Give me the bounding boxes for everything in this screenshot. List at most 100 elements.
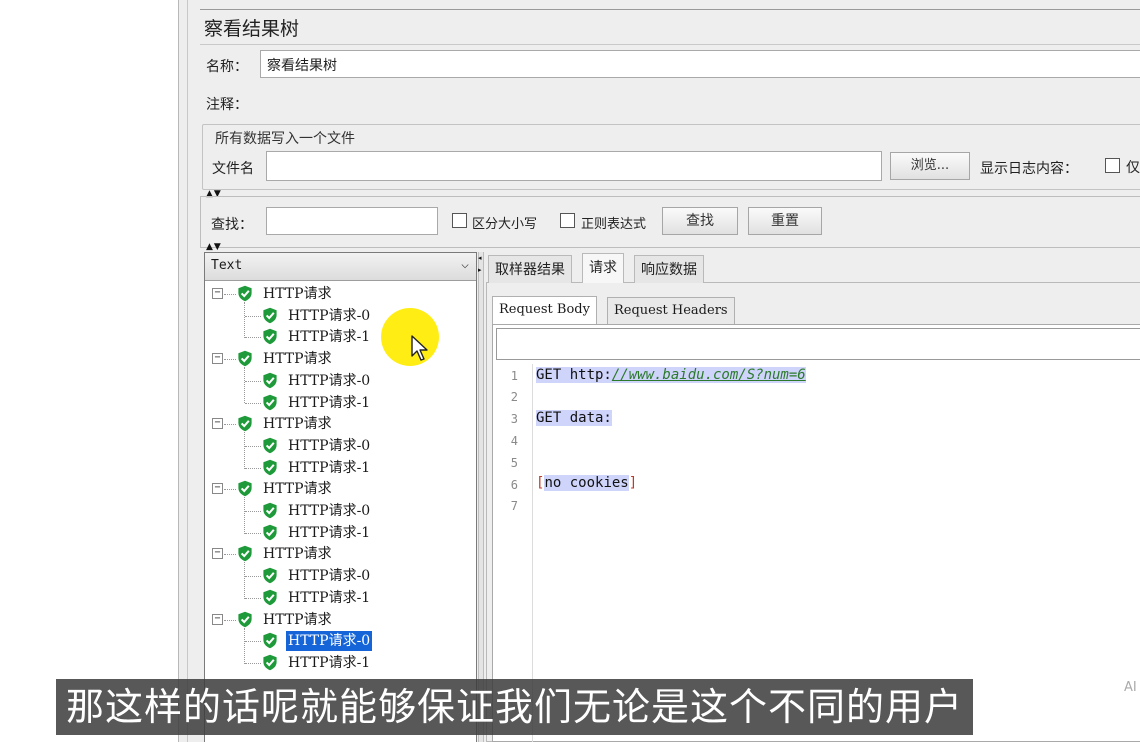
split-arrow-left-icon[interactable]: ◂: [478, 254, 483, 262]
tree-connector: [245, 402, 261, 404]
title-divider: [200, 44, 1140, 45]
tree-connector: [245, 597, 261, 599]
tree-node-parent[interactable]: HTTP请求: [261, 544, 334, 564]
tree-connector: [224, 619, 236, 621]
video-subtitle: 那这样的话呢就能够保证我们无论是这个不同的用户: [56, 679, 974, 735]
tab-response-data[interactable]: 响应数据: [634, 255, 704, 283]
success-shield-icon: [262, 372, 278, 389]
collapse-minus-icon[interactable]: −: [212, 548, 223, 560]
tree-node-label: HTTP请求: [263, 611, 332, 628]
tree-connector: [245, 467, 261, 469]
collapse-minus-icon[interactable]: −: [212, 483, 223, 495]
page-title: 察看结果树: [204, 18, 300, 40]
tree-connector: [245, 532, 261, 534]
tree-node-label: HTTP请求: [263, 481, 332, 498]
tree-connector: [224, 424, 236, 426]
tree-node-child[interactable]: HTTP请求-1: [286, 393, 372, 413]
renderer-select[interactable]: Text ⌵: [205, 253, 476, 281]
tree-node-label: HTTP请求: [263, 416, 332, 433]
comment-input[interactable]: [254, 86, 1140, 116]
success-shield-icon: [262, 307, 278, 324]
split-arrow-right-icon[interactable]: ▸: [478, 266, 483, 274]
find-button[interactable]: 查找: [662, 207, 738, 235]
split-arrows-bottom[interactable]: ▲▼: [206, 242, 222, 252]
tree-node-child[interactable]: HTTP请求-0: [286, 306, 372, 326]
tree-node-parent[interactable]: HTTP请求: [261, 479, 334, 499]
success-shield-icon: [237, 480, 253, 497]
success-shield-icon: [262, 328, 278, 345]
file-group-title: 所有数据写入一个文件: [212, 128, 358, 148]
tree-node-child[interactable]: HTTP请求-1: [286, 458, 372, 478]
code-get-prefix: GET http:: [536, 367, 612, 383]
split-pane-handle[interactable]: [478, 252, 484, 742]
filename-input[interactable]: [266, 151, 882, 181]
tree-node-label: HTTP请求-1: [288, 654, 371, 671]
tree-node-parent[interactable]: HTTP请求: [261, 414, 334, 434]
tree-node-child[interactable]: HTTP请求-1: [286, 653, 372, 673]
code-line-3: GET data:: [536, 410, 612, 426]
editor-search-input[interactable]: [496, 328, 1140, 360]
tree-node-label: HTTP请求-0: [288, 437, 371, 454]
regex-checkbox[interactable]: [560, 213, 575, 228]
tab-request-headers[interactable]: Request Headers: [607, 297, 735, 325]
tree-node-child[interactable]: HTTP请求-0: [286, 371, 372, 391]
tree-node-child[interactable]: HTTP请求-0: [286, 436, 372, 456]
errors-only-checkbox[interactable]: [1105, 158, 1120, 173]
search-input[interactable]: [266, 207, 438, 235]
errors-only-label: 仅: [1126, 160, 1140, 176]
case-sensitive-checkbox[interactable]: [452, 213, 467, 228]
tree-node-parent[interactable]: HTTP请求: [261, 284, 334, 304]
success-shield-icon: [237, 415, 253, 432]
tree-node-child[interactable]: HTTP请求-0: [286, 566, 372, 586]
tree-connector: [244, 562, 245, 599]
tree-connector: [245, 641, 261, 643]
line-number: 2: [510, 390, 518, 404]
line-number: 3: [510, 412, 518, 426]
tree-connector: [245, 511, 261, 512]
success-shield-icon: [237, 350, 253, 367]
tree-connector: [244, 432, 245, 469]
log-content-label: 显示日志内容：: [980, 161, 1078, 177]
code-line-6: [no cookies]: [536, 475, 637, 491]
code-get-data: GET data:: [536, 410, 612, 426]
renderer-value: Text: [211, 258, 243, 273]
name-input[interactable]: 察看结果树: [260, 50, 1140, 78]
tab-sampler-result[interactable]: 取样器结果: [488, 255, 572, 283]
tree-connector: [224, 359, 236, 361]
tree-node-child[interactable]: HTTP请求-1: [286, 523, 372, 543]
collapse-minus-icon[interactable]: −: [212, 353, 223, 365]
success-shield-icon: [262, 394, 278, 411]
success-shield-icon: [262, 502, 278, 519]
tree-node-label: HTTP请求-0: [288, 372, 371, 389]
tree-connector: [224, 294, 236, 295]
success-shield-icon: [262, 437, 278, 454]
tree-node-child[interactable]: HTTP请求-0: [286, 501, 372, 521]
tree-node-label: HTTP请求-0: [286, 631, 373, 652]
success-shield-icon: [237, 285, 253, 302]
mouse-pointer-icon: [411, 335, 428, 361]
tab-request[interactable]: 请求: [582, 253, 624, 283]
collapse-minus-icon[interactable]: −: [212, 613, 223, 625]
tree-connector: [245, 445, 261, 447]
request-url-link[interactable]: //www.baidu.com/S?num=6: [612, 367, 806, 383]
tree-node-child[interactable]: HTTP请求-0: [286, 631, 373, 652]
code-line-1: GET http://www.baidu.com/S?num=6: [536, 367, 806, 383]
browse-button[interactable]: 浏览...: [890, 152, 970, 180]
tree-connector: [244, 497, 245, 534]
collapse-minus-icon[interactable]: −: [212, 288, 223, 299]
tree-node-label: HTTP请求-0: [288, 568, 371, 585]
tree-node-child[interactable]: HTTP请求-1: [286, 327, 372, 347]
tab-request-body[interactable]: Request Body: [492, 296, 597, 324]
tree-connector: [244, 367, 245, 404]
line-number: 7: [510, 499, 518, 513]
tree-node-parent[interactable]: HTTP请求: [261, 610, 334, 630]
reset-button[interactable]: 重置: [748, 207, 822, 235]
tree-connector: [224, 554, 236, 556]
tree-node-child[interactable]: HTTP请求-1: [286, 588, 372, 608]
tree-connector: [244, 627, 245, 664]
tree-node-parent[interactable]: HTTP请求: [261, 349, 334, 369]
tree-node-label: HTTP请求-1: [288, 329, 371, 346]
line-number: 5: [510, 456, 518, 470]
tree-node-label: HTTP请求: [263, 286, 332, 302]
collapse-minus-icon[interactable]: −: [212, 418, 223, 430]
